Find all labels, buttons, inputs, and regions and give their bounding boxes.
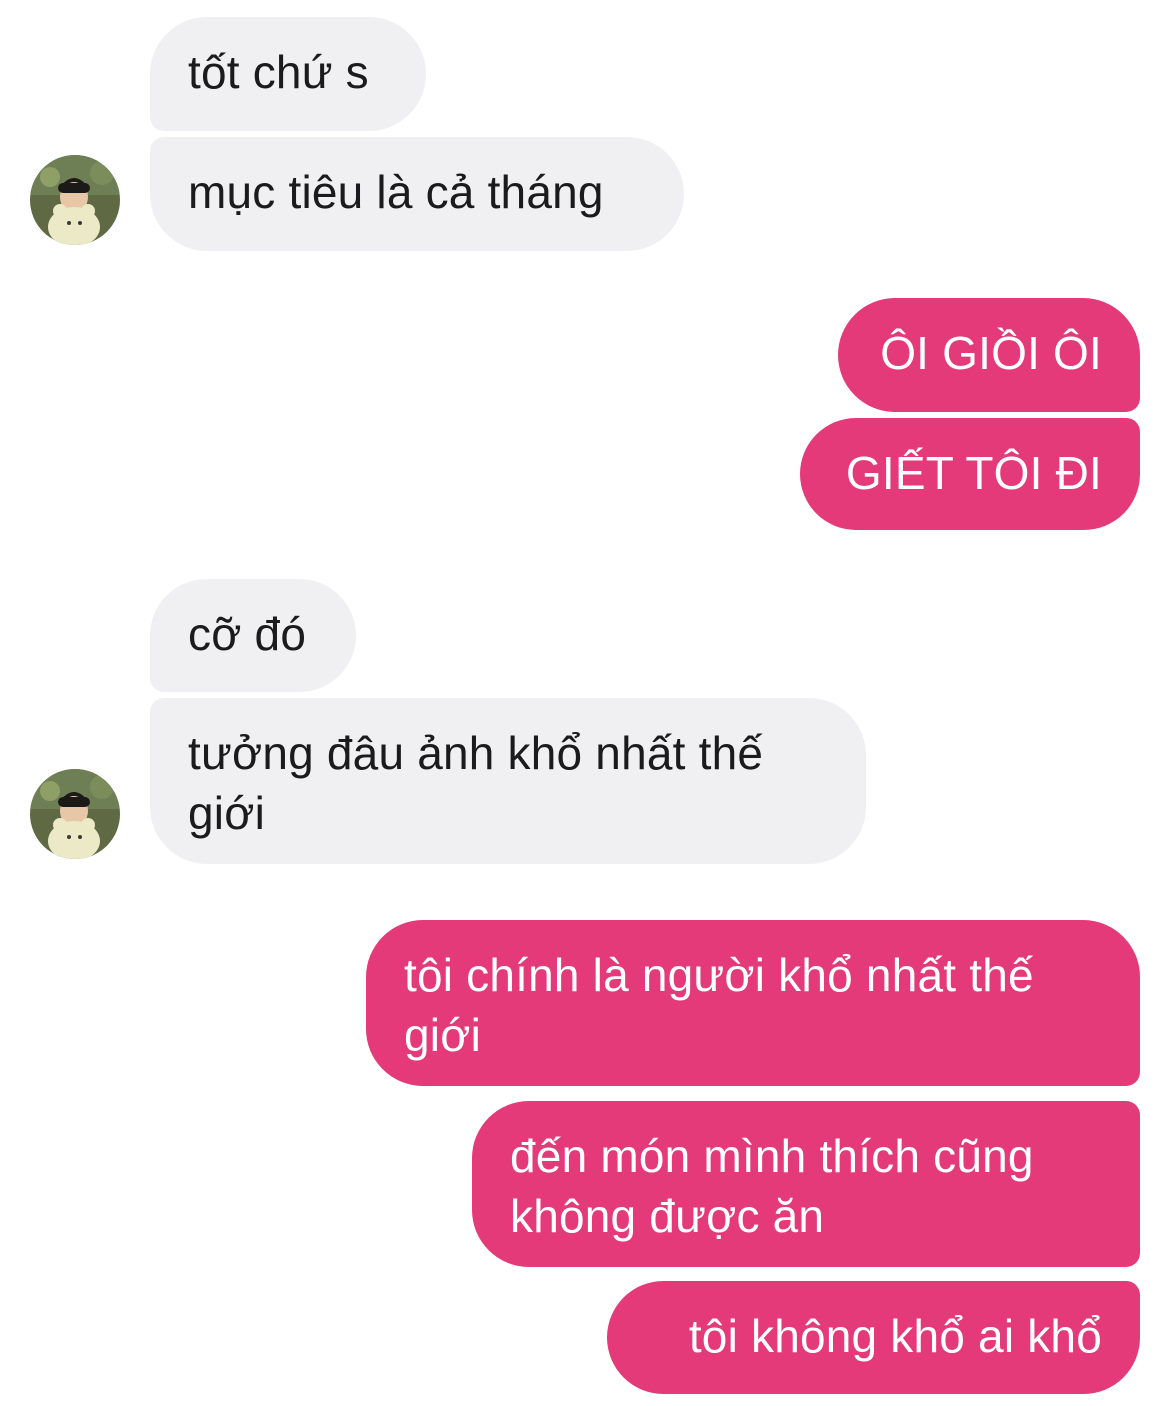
contact-avatar-photo-icon <box>30 155 120 245</box>
message-bubble-outgoing[interactable]: đến món mình thích cũng không được ăn <box>472 1101 1140 1267</box>
contact-avatar[interactable] <box>30 155 120 245</box>
message-bubble-outgoing[interactable]: ÔI GIỒI ÔI <box>838 298 1140 412</box>
message-bubble-outgoing[interactable]: tôi không khổ ai khổ <box>607 1281 1140 1394</box>
message-bubble-incoming[interactable]: tốt chứ s <box>150 17 426 131</box>
message-bubble-outgoing[interactable]: GIẾT TÔI ĐI <box>800 418 1140 530</box>
message-bubble-incoming[interactable]: mục tiêu là cả tháng <box>150 137 684 251</box>
message-bubble-incoming[interactable]: cỡ đó <box>150 579 356 692</box>
contact-avatar-photo-icon <box>30 769 120 859</box>
message-bubble-outgoing[interactable]: tôi chính là người khổ nhất thế giới <box>366 920 1140 1086</box>
contact-avatar[interactable] <box>30 769 120 859</box>
message-bubble-incoming[interactable]: tưởng đâu ảnh khổ nhất thế giới <box>150 698 866 864</box>
